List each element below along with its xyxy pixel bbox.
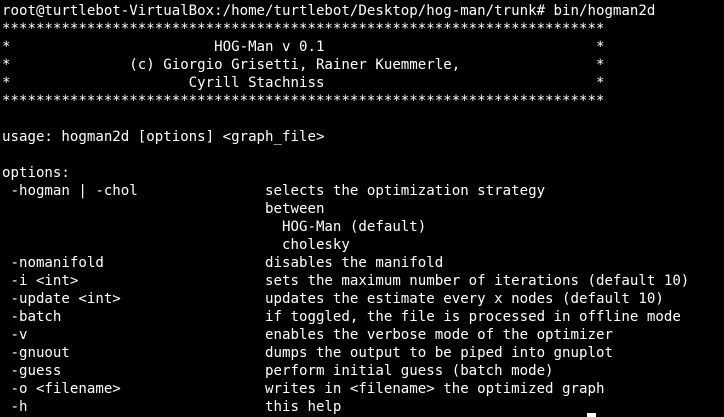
options-heading: options: [2,165,70,181]
option-hogman-choice: HOG-Man (default) [2,219,427,235]
option-gnuout: -gnuout dumps the output to be piped int… [2,345,613,361]
option-o: -o <filename> writes in <filename> the o… [2,381,605,397]
terminal-command-prompt: root@turtlebot-VirtualBox:/home/turtlebo… [2,3,656,19]
terminal-cursor [587,413,596,417]
option-nomanifold: -nomanifold disables the manifold [2,255,444,271]
usage-line: usage: hogman2d [options] <graph_file> [2,129,325,145]
option-batch: -batch if toggled, the file is processed… [2,309,681,325]
option-h: -h this help [2,399,342,415]
option-cholesky-choice: cholesky [2,237,350,253]
banner-authors: * (c) Giorgio Grisetti, Rainer Kuemmerle… [2,57,605,73]
banner-border-top: ****************************************… [2,21,605,37]
option-guess: -guess perform initial guess (batch mode… [2,363,554,379]
banner-title: * HOG-Man v 0.1 * [2,39,605,55]
option-update: -update <int> updates the estimate every… [2,291,664,307]
banner-border-bottom: ****************************************… [2,93,605,109]
option-hogman-cont: between [2,201,325,217]
option-v: -v enables the verbose mode of the optim… [2,327,613,343]
terminal-window[interactable]: root@turtlebot-VirtualBox:/home/turtlebo… [0,0,724,417]
option-hogman: -hogman | -chol selects the optimization… [2,183,546,199]
option-i: -i <int> sets the maximum number of iter… [2,273,690,289]
banner-authors-cont: * Cyrill Stachniss * [2,75,605,91]
